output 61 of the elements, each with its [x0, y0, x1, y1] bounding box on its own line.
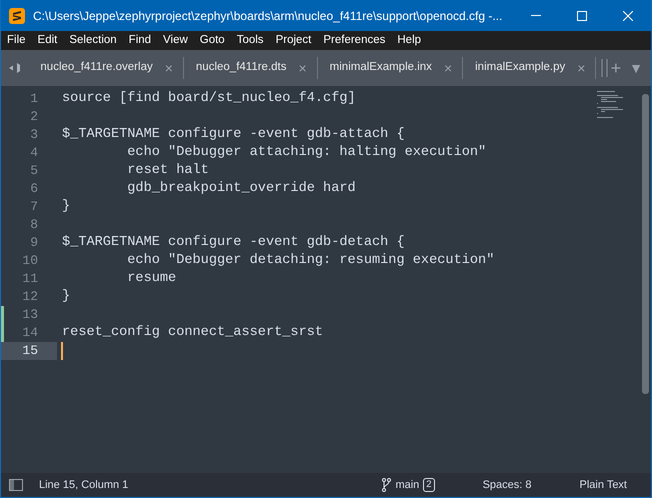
panel-toggle-icon[interactable]: [9, 479, 23, 491]
tab[interactable]: inimalExample.py ×: [463, 57, 596, 79]
code-line: echo "Debugger attaching: halting execution": [126, 145, 486, 160]
line-number: 1: [29, 90, 39, 108]
tab-label: inimalExample.py: [475, 60, 566, 76]
tab[interactable]: minimalExample.inx ×: [318, 57, 464, 79]
menu-item[interactable]: Preferences: [317, 31, 392, 50]
menu-item[interactable]: Selection: [63, 31, 123, 50]
code-line: gdb_breakpoint_override hard: [126, 181, 356, 196]
change-count: 2: [423, 478, 435, 492]
back-arrow-icon[interactable]: [9, 63, 13, 73]
close-icon: [623, 10, 633, 20]
tab[interactable]: nucleo_f411re.dts ×: [184, 57, 318, 79]
code-line: reset_config connect_assert_srst: [62, 325, 324, 340]
line-number: 3: [29, 126, 39, 144]
code-line: }: [62, 199, 70, 214]
tab[interactable]: nucleo_f411re.overlay ×: [28, 57, 184, 79]
menu-item[interactable]: Edit: [32, 31, 64, 50]
line-number: 6: [29, 180, 39, 198]
line-number: 5: [29, 162, 39, 180]
code-line: resume: [126, 271, 176, 286]
code-line: $_TARGETNAME configure -event gdb-detach {: [62, 235, 405, 250]
menu-item[interactable]: Project: [270, 31, 318, 50]
menu-item[interactable]: Help: [391, 31, 428, 50]
line-number: 14: [1, 324, 57, 342]
cursor-position: Line 15, Column 1: [39, 478, 128, 493]
branch-name: main: [395, 478, 420, 493]
scrollbar-thumb[interactable]: [642, 94, 649, 394]
text-cursor: [61, 342, 63, 360]
tab-label: nucleo_f411re.overlay: [40, 60, 153, 76]
line-number: 9: [29, 234, 39, 252]
line-number: 4: [29, 144, 39, 162]
menu-item[interactable]: Goto: [194, 31, 231, 50]
line-number: 2: [29, 108, 39, 126]
menu-item[interactable]: Tools: [230, 31, 270, 50]
tab-label: nucleo_f411re.dts: [196, 60, 286, 76]
line-number: 10: [21, 252, 39, 270]
forward-arrow-icon[interactable]: [16, 63, 20, 73]
code-line: reset halt: [126, 163, 209, 178]
line-number: 13: [1, 306, 57, 324]
syntax-setting[interactable]: Plain Text: [580, 476, 627, 494]
menu-item[interactable]: Find: [122, 31, 158, 50]
menu-item[interactable]: View: [157, 31, 194, 50]
code-line: }: [62, 289, 70, 304]
line-number: 7: [29, 198, 39, 216]
code-line: echo "Debugger detaching: resuming execution": [126, 253, 494, 268]
branch-icon: [382, 478, 392, 492]
git-branch-button[interactable]: main 2: [382, 476, 435, 494]
window-title: C:\Users\Jeppe\zephyrproject\zephyr\boards\arm\nucleo_f411re\support\openocd.cfg -...: [33, 8, 504, 24]
minimize-icon: [531, 15, 541, 16]
line-number: 12: [21, 288, 39, 306]
maximize-icon: [577, 10, 587, 20]
indentation-setting[interactable]: Spaces: 8: [482, 476, 532, 494]
line-number: 11: [21, 270, 39, 288]
code-line: source [find board/st_nucleo_f4.cfg]: [62, 91, 356, 106]
line-number: 8: [29, 216, 39, 234]
line-number: 15: [1, 342, 57, 360]
code-line: $_TARGETNAME configure -event gdb-attach {: [62, 127, 405, 142]
menu-item[interactable]: File: [1, 31, 32, 50]
tab-label: minimalExample.inx: [330, 60, 432, 76]
app-logo-icon: [9, 8, 25, 24]
